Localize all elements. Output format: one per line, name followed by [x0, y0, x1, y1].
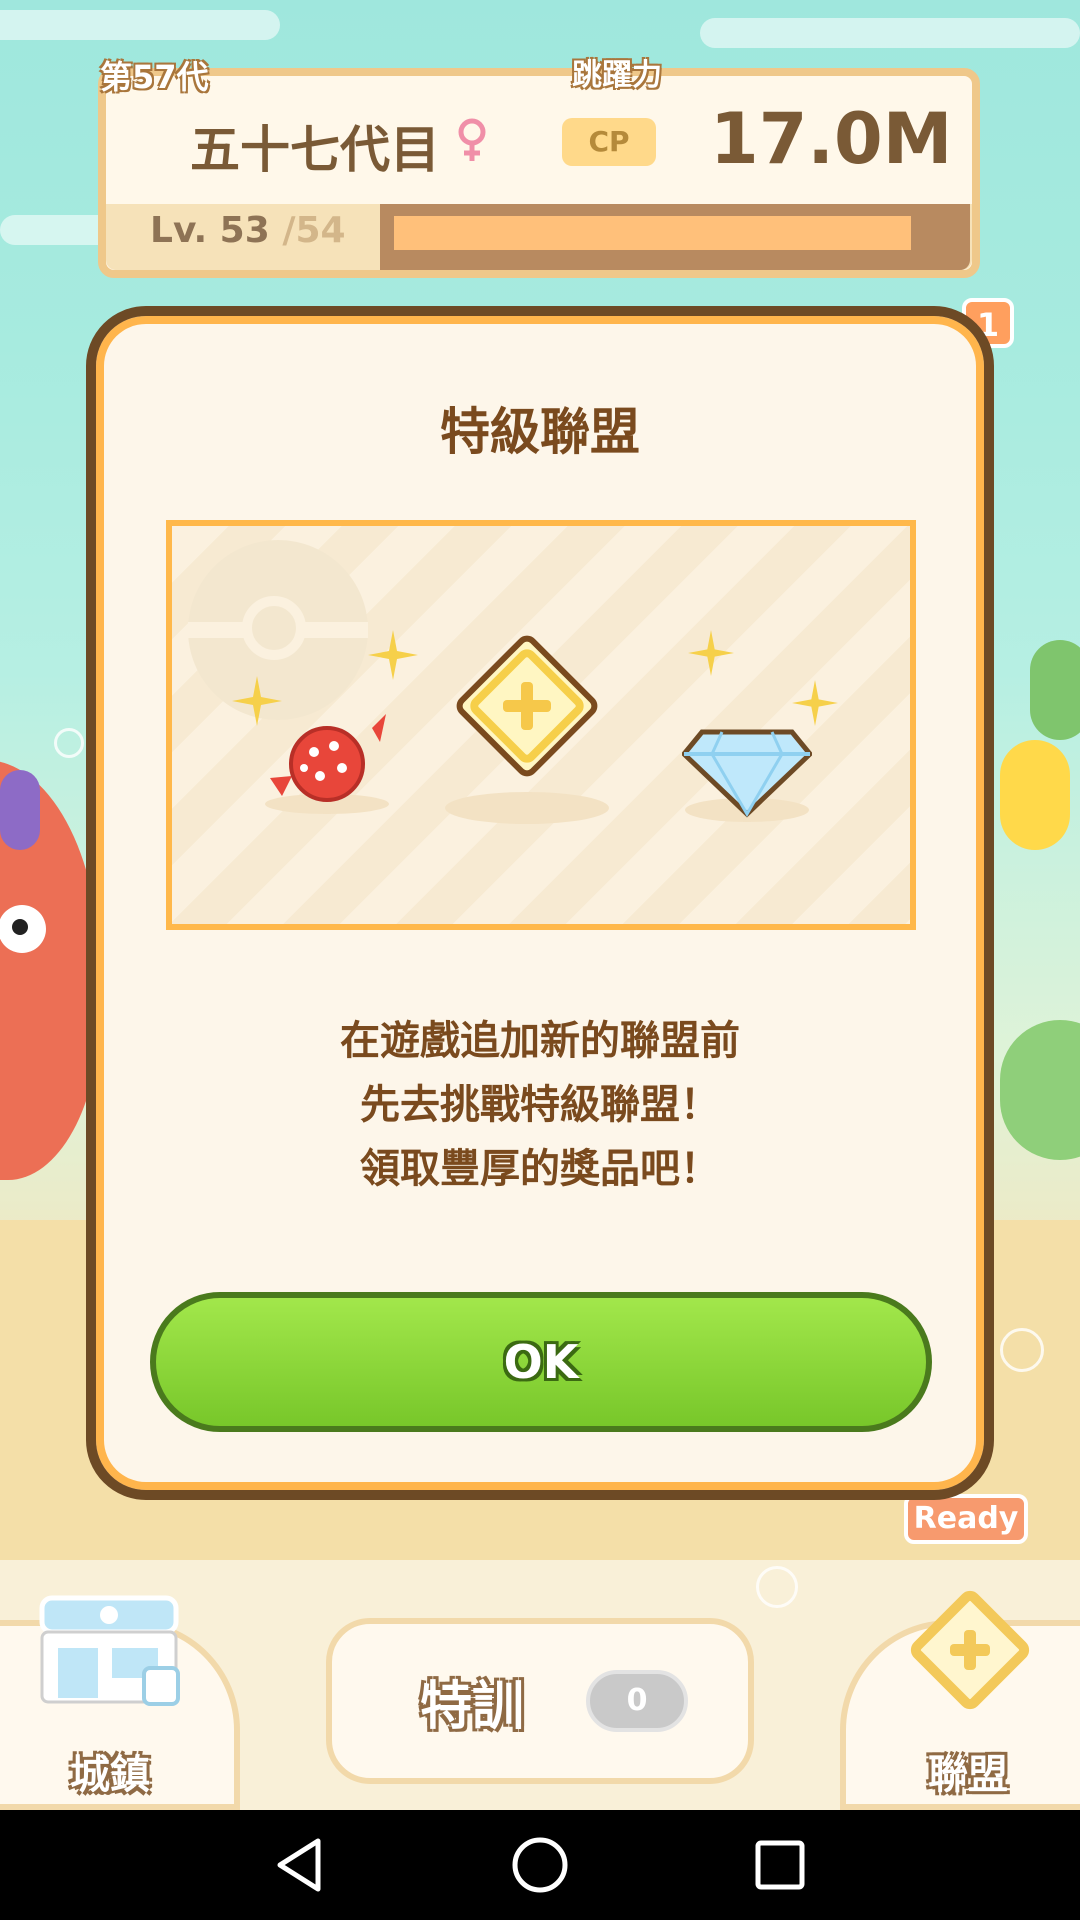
game-screen: 第57代 跳躍力 五十七代目 CP 17.0M Lv. 53 /54 1 城鎮 … — [0, 0, 1080, 1920]
back-icon[interactable] — [270, 1835, 330, 1895]
pokeball-watermark-center — [242, 596, 306, 660]
sparkle-icon — [368, 630, 418, 680]
dialog-message-line-2: 先去挑戰特級聯盟！ — [360, 1082, 720, 1128]
sparkle-icon — [792, 680, 838, 726]
dialog-title: 特級聯盟 — [440, 403, 640, 461]
dialog-message-line-1: 在遊戲追加新的聯盟前 — [340, 1018, 740, 1064]
reward-panel — [166, 520, 916, 930]
dialog-message-line-3: 領取豐厚的獎品吧！ — [360, 1146, 720, 1192]
ok-button-label: OK — [503, 1335, 579, 1389]
recents-icon[interactable] — [750, 1835, 810, 1895]
league-plus-icon — [445, 635, 609, 824]
sparkle-icon — [688, 630, 734, 676]
sparkle-icon — [232, 676, 282, 726]
home-icon[interactable] — [510, 1835, 570, 1895]
ok-button[interactable]: OK — [150, 1292, 932, 1432]
